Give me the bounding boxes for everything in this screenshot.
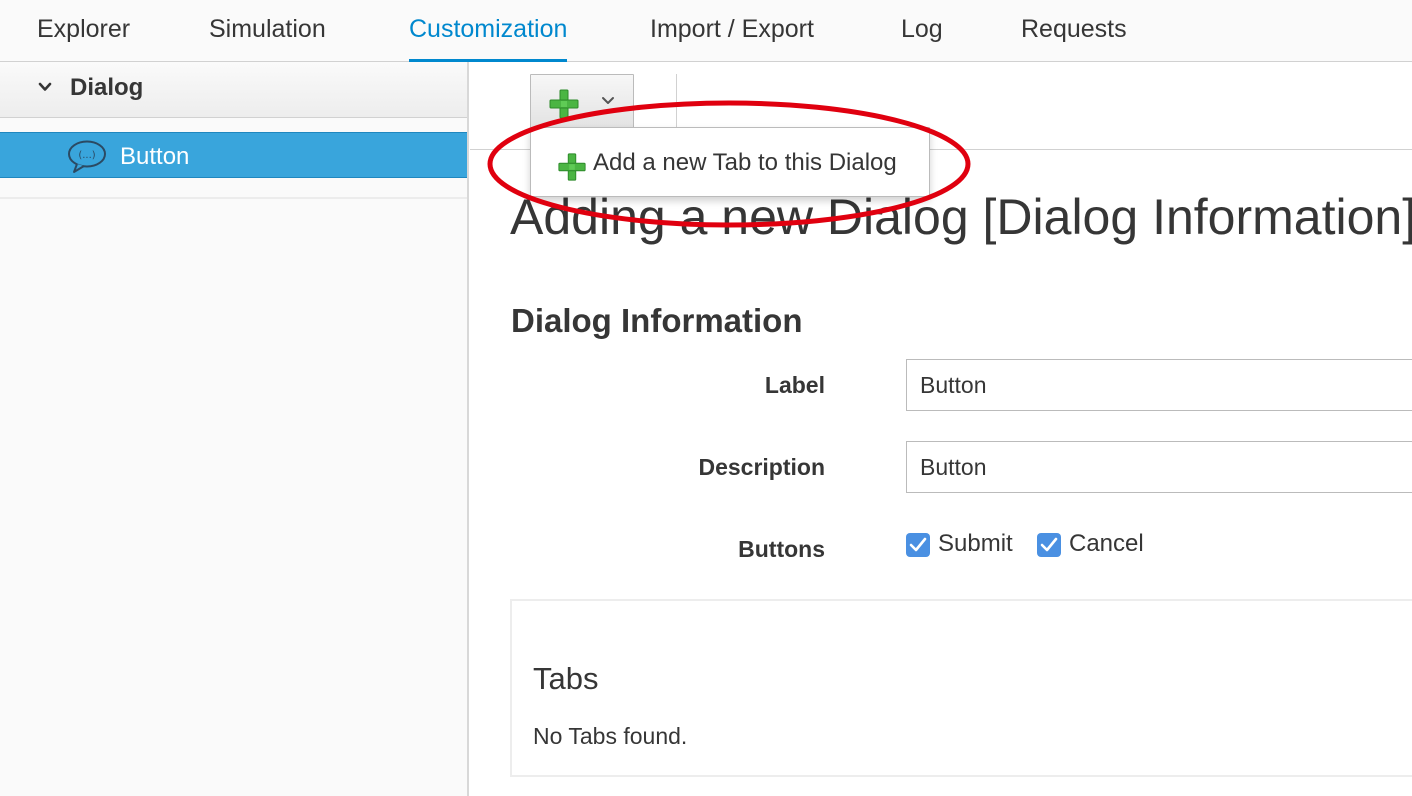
check-icon [1040,537,1058,552]
chevron-down-icon [38,82,52,91]
chevron-down-icon [602,97,614,104]
submit-checkbox-label: Submit [938,530,1013,557]
tab-customization[interactable]: Customization [409,0,568,62]
tabs-panel-title: Tabs [533,661,599,696]
check-icon [909,537,927,552]
tree-item-label: Button [120,143,190,170]
accordion-header-dialog[interactable]: Dialog [0,62,467,118]
svg-text:(...): (...) [78,150,95,161]
tab-requests[interactable]: Requests [1021,0,1127,62]
checkbox-checked[interactable] [906,533,930,557]
tab-import-export[interactable]: Import / Export [650,0,814,62]
speech-bubble-icon: (...) [68,140,106,173]
menu-item-label: Add a new Tab to this Dialog [593,149,897,176]
plus-icon [549,89,579,119]
sidebar: Dialog (...) Button [0,62,469,796]
tabs-panel: Tabs No Tabs found. [510,599,1412,777]
tab-explorer[interactable]: Explorer [37,0,130,62]
plus-icon [558,153,586,181]
section-title: Dialog Information [511,302,803,339]
description-field-label: Description [698,454,825,480]
buttons-field-label: Buttons [738,536,825,562]
accordion-title: Dialog [70,74,144,101]
description-input[interactable] [906,441,1412,493]
tab-log[interactable]: Log [901,0,943,62]
toolbar-separator [676,74,677,130]
tabs-empty-message: No Tabs found. [533,723,688,749]
label-field-label: Label [764,372,825,398]
tab-simulation[interactable]: Simulation [209,0,326,62]
cancel-checkbox-label: Cancel [1069,530,1144,557]
checkbox-checked[interactable] [1037,533,1061,557]
add-dropdown-button[interactable] [530,74,634,128]
top-nav: Explorer Simulation Customization Import… [0,0,1412,62]
tree-item-button[interactable]: (...) Button [0,132,467,178]
sidebar-divider [0,197,467,199]
add-dropdown-menu: Add a new Tab to this Dialog [530,127,930,197]
menu-item-add-tab[interactable]: Add a new Tab to this Dialog [531,128,929,196]
label-input[interactable] [906,359,1412,411]
